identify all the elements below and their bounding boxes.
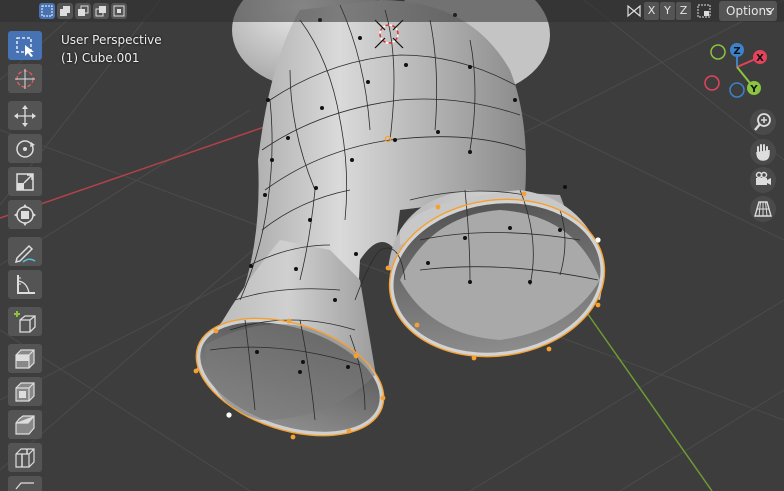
gizmo-y-label: Y — [749, 84, 758, 95]
bevel-icon — [15, 415, 35, 435]
select-subtract-icon — [78, 5, 89, 16]
bevel-tool[interactable] — [8, 410, 42, 439]
view-name: User Perspective — [61, 33, 162, 47]
mirror-x-toggle[interactable]: X — [644, 2, 659, 20]
active-object-name: (1) Cube.001 — [61, 51, 140, 65]
annotate-tool[interactable] — [8, 237, 42, 266]
zoom-button[interactable] — [750, 109, 776, 135]
select-extend-button[interactable] — [57, 3, 73, 19]
cursor-icon — [15, 69, 35, 89]
measure-icon — [17, 275, 35, 294]
scale-icon — [16, 173, 34, 191]
mirror-z-toggle[interactable]: Z — [676, 2, 691, 20]
move-tool[interactable] — [8, 101, 42, 130]
mirror-y-toggle[interactable]: Y — [660, 2, 675, 20]
pan-hand-icon — [756, 144, 770, 161]
gizmo-z-label: Z — [733, 46, 740, 57]
select-intersect-button[interactable] — [111, 3, 127, 19]
camera-icon — [755, 171, 771, 185]
inset-icon — [15, 382, 35, 402]
select-invert-button[interactable] — [93, 3, 109, 19]
topology-mirror-icon[interactable] — [696, 3, 712, 19]
rotate-tool[interactable] — [8, 134, 42, 163]
extrude-icon — [15, 349, 35, 369]
loop-cut-tool[interactable] — [8, 443, 42, 472]
ortho-toggle-button[interactable] — [750, 196, 776, 222]
add-cube-tool[interactable] — [8, 307, 42, 336]
chevron-down-icon — [766, 8, 774, 14]
viewport-info: User Perspective (1) Cube.001 — [61, 31, 162, 67]
select-box-tool[interactable] — [8, 31, 42, 60]
select-intersect-icon — [113, 5, 125, 17]
gizmo-x-label: X — [756, 53, 764, 64]
camera-view-button[interactable] — [750, 167, 776, 193]
select-extend-icon — [60, 6, 70, 16]
next-tool-partial[interactable] — [8, 476, 42, 491]
inset-tool[interactable] — [8, 377, 42, 406]
annotate-icon — [14, 244, 36, 264]
mirror-butterfly-icon[interactable] — [626, 4, 642, 18]
select-new-icon — [41, 5, 53, 17]
viewport-header: X Y Z Options — [0, 0, 784, 22]
transform-icon — [14, 204, 36, 226]
cursor-tool[interactable] — [8, 64, 42, 93]
measure-tool[interactable] — [8, 270, 42, 299]
grid-ortho-icon — [754, 201, 772, 217]
extrude-tool[interactable] — [8, 344, 42, 373]
3d-viewport[interactable]: Z X Y — [0, 0, 784, 491]
rotate-icon — [16, 140, 35, 158]
select-subtract-button[interactable] — [75, 3, 91, 19]
scale-tool[interactable] — [8, 167, 42, 196]
select-box-icon — [16, 37, 34, 57]
zoom-icon — [754, 113, 771, 131]
navigation-gizmo[interactable]: Z X Y — [704, 43, 767, 98]
cube-icon — [15, 482, 34, 490]
y-axis-line — [584, 309, 713, 491]
transform-tool[interactable] — [8, 200, 42, 229]
pan-button[interactable] — [750, 139, 776, 165]
move-icon — [14, 105, 36, 127]
add-cube-icon — [14, 311, 36, 333]
loop-cut-icon — [15, 448, 35, 468]
options-dropdown[interactable]: Options — [719, 1, 777, 21]
select-new-button[interactable] — [39, 3, 55, 19]
select-invert-icon — [95, 6, 106, 17]
suzanne-mesh[interactable] — [181, 0, 614, 457]
